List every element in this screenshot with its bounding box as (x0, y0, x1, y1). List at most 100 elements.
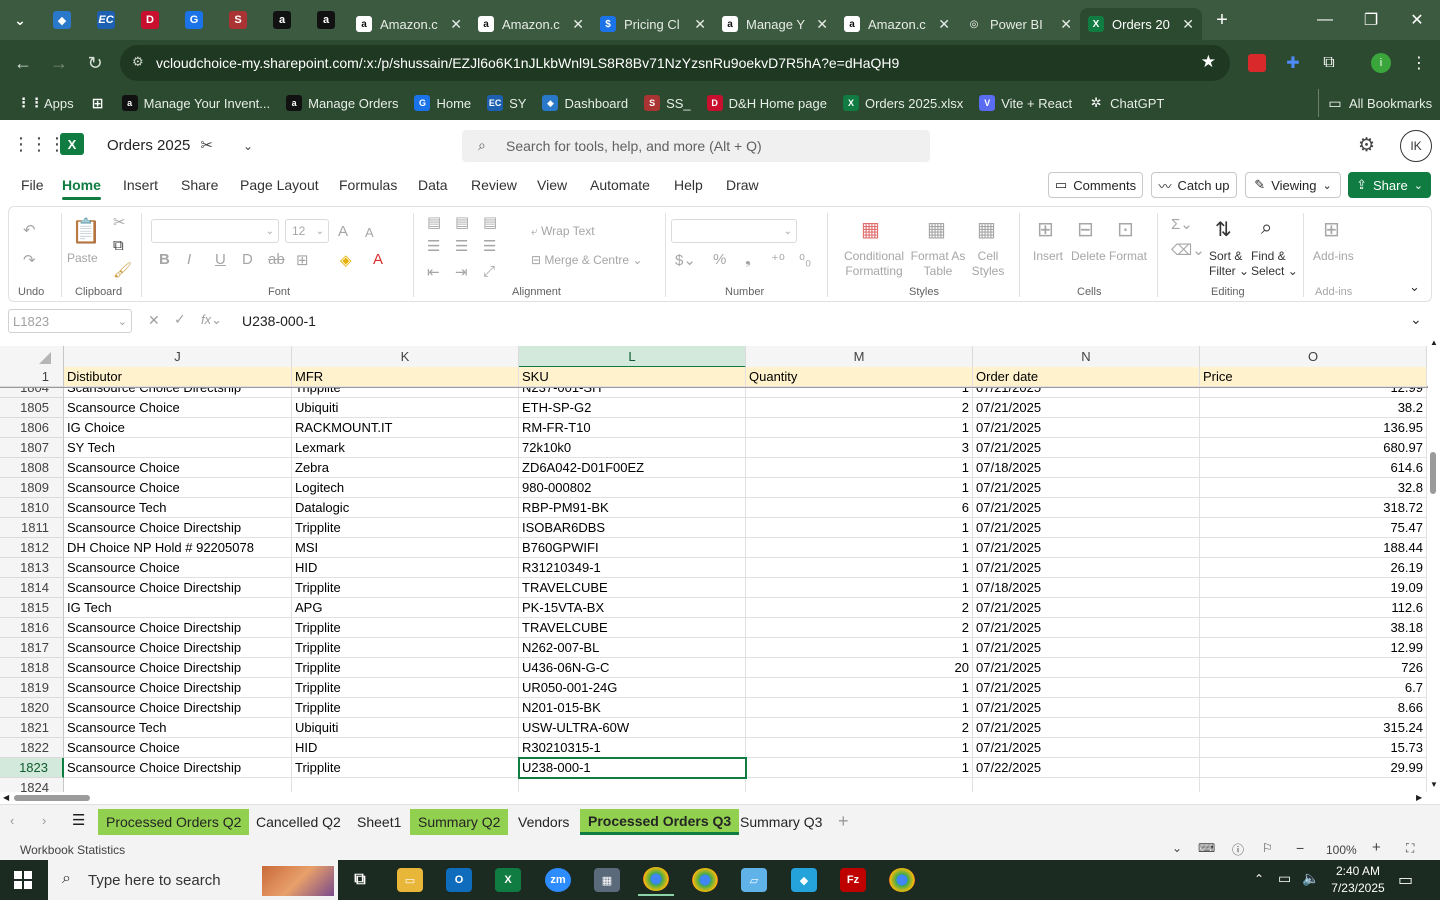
tab-formulas[interactable]: Formulas (339, 177, 397, 193)
table-header-cell[interactable]: Order date (973, 367, 1200, 387)
table-cell[interactable]: 07/21/2025 (973, 638, 1200, 658)
font-size-select[interactable]: 12 ⌄ (285, 219, 329, 243)
table-cell[interactable]: 07/21/2025 (973, 418, 1200, 438)
align-right-icon[interactable]: ☰ (483, 237, 496, 255)
tray-chevron-up-icon[interactable]: ⌃ (1254, 872, 1264, 886)
table-cell[interactable]: 07/21/2025 (973, 398, 1200, 418)
zoom-level[interactable]: 100% (1326, 843, 1357, 857)
forward-icon[interactable]: → (44, 48, 74, 78)
table-cell[interactable]: 1 (746, 458, 973, 478)
table-cell[interactable]: MSI (292, 538, 519, 558)
tab-home[interactable]: Home (62, 177, 101, 200)
strikethrough-icon[interactable]: ab (268, 251, 285, 268)
tab-draw[interactable]: Draw (726, 177, 759, 193)
table-cell[interactable]: 315.24 (1200, 718, 1427, 738)
taskbar-clock[interactable]: 2:40 AM 7/23/2025 (1318, 863, 1398, 897)
tab-help[interactable]: Help (674, 177, 703, 193)
tab-view[interactable]: View (537, 177, 567, 193)
table-cell[interactable]: 07/18/2025 (973, 578, 1200, 598)
pinned-tab-g-icon[interactable]: G (172, 0, 216, 40)
paste-icon[interactable]: 📋 (71, 217, 101, 246)
addins-icon[interactable]: ⊞ (1323, 217, 1340, 242)
horizontal-scrollbar[interactable]: ◀ ▶ (0, 792, 1440, 804)
row-header[interactable]: 1813 (0, 558, 64, 578)
zoom-in-icon[interactable]: + (1372, 839, 1381, 856)
browser-tab[interactable]: a Manage Y ✕ (714, 8, 836, 40)
table-header-cell[interactable]: Price (1200, 367, 1427, 387)
pinned-tab-amazon-icon[interactable]: a (304, 0, 348, 40)
close-tab-icon[interactable]: ✕ (694, 16, 706, 33)
tab-review[interactable]: Review (471, 177, 517, 193)
comma-style-icon[interactable]: ❟ (745, 251, 751, 268)
feedback-icon[interactable]: ⚐ (1262, 841, 1273, 855)
browser-tab[interactable]: a Amazon.c ✕ (348, 8, 470, 40)
confirm-entry-icon[interactable]: ✓ (174, 311, 186, 328)
bookmark-manage-inventory[interactable]: a Manage Your Invent... (116, 89, 276, 117)
scroll-left-icon[interactable]: ◀ (3, 793, 9, 802)
table-cell[interactable]: 15.73 (1200, 738, 1427, 758)
scroll-right-icon[interactable]: ▶ (1416, 793, 1422, 802)
sort-filter-icon[interactable]: ⇅ (1215, 217, 1232, 242)
table-cell[interactable]: Tripplite (292, 658, 519, 678)
currency-icon[interactable]: $⌄ (675, 251, 696, 269)
conditional-formatting-button[interactable]: Conditional Formatting (843, 249, 905, 279)
find-select-button[interactable]: Find & Select ⌄ (1251, 249, 1298, 279)
bold-icon[interactable]: B (159, 251, 170, 268)
sheet-tab[interactable]: Summary Q2 (410, 809, 509, 835)
browser-tab[interactable]: $ Pricing Cl ✕ (592, 8, 714, 40)
taskbar-search-input[interactable]: ⌕ Type here to search (48, 860, 338, 900)
table-cell[interactable]: RBP-PM91-BK (519, 498, 746, 518)
sheet-tab[interactable]: Cancelled Q2 (248, 809, 349, 835)
table-cell[interactable]: 07/21/2025 (973, 538, 1200, 558)
avatar[interactable]: IK (1400, 130, 1432, 162)
windows-start-icon[interactable] (14, 871, 32, 889)
bookmark-manage-orders[interactable]: a Manage Orders (280, 89, 404, 117)
table-cell[interactable]: Lexmark (292, 438, 519, 458)
table-cell[interactable]: TRAVELCUBE (519, 578, 746, 598)
merge-centre-button[interactable]: ⊟ Merge & Centre ⌄ (531, 253, 642, 268)
table-cell[interactable] (1200, 778, 1427, 792)
table-cell[interactable]: Tripplite (292, 578, 519, 598)
sheet-next-icon[interactable]: › (42, 813, 46, 828)
table-cell[interactable]: HID (292, 558, 519, 578)
tab-file[interactable]: File (21, 177, 44, 193)
row-header[interactable]: 1812 (0, 538, 64, 558)
table-cell[interactable]: 07/21/2025 (973, 498, 1200, 518)
table-cell[interactable]: 38.18 (1200, 618, 1427, 638)
table-cell[interactable]: TRAVELCUBE (519, 618, 746, 638)
table-cell[interactable]: 726 (1200, 658, 1427, 678)
sensitivity-icon[interactable]: ✂ (200, 137, 213, 154)
table-cell[interactable]: R30210315-1 (519, 738, 746, 758)
table-cell[interactable]: 980-000802 (519, 478, 746, 498)
row-header[interactable]: 1818 (0, 658, 64, 678)
underline-icon[interactable]: U (215, 251, 226, 268)
volume-icon[interactable]: 🔈 (1302, 870, 1319, 887)
profile-icon[interactable]: i (1366, 48, 1396, 78)
align-center-icon[interactable]: ☰ (455, 237, 468, 255)
row-header[interactable]: 1821 (0, 718, 64, 738)
row-header[interactable]: 1819 (0, 678, 64, 698)
table-cell[interactable]: Scansource Tech (64, 498, 292, 518)
sheet-tab[interactable]: Processed Orders Q2 (98, 809, 250, 835)
row-header[interactable]: 1817 (0, 638, 64, 658)
table-cell[interactable]: Datalogic (292, 498, 519, 518)
share-button[interactable]: ⇪ Share ⌄ (1348, 172, 1431, 198)
function-icon[interactable]: fx⌄ (201, 312, 222, 328)
zoom-app-icon[interactable]: zm (540, 864, 576, 896)
align-left-icon[interactable]: ☰ (427, 237, 440, 255)
expand-formula-chevron-icon[interactable]: ⌄ (1410, 311, 1422, 328)
browser-tab[interactable]: ◎ Power BI ✕ (958, 8, 1080, 40)
bookmark-home[interactable]: G Home (408, 89, 477, 117)
table-cell[interactable]: Scansource Choice (64, 738, 292, 758)
table-cell[interactable] (973, 778, 1200, 792)
format-as-table-icon[interactable]: ▦ (927, 217, 946, 242)
table-cell[interactable] (292, 778, 519, 792)
table-cell[interactable]: 07/22/2025 (973, 758, 1200, 778)
table-cell[interactable]: Zebra (292, 458, 519, 478)
table-cell[interactable]: 72k10k0 (519, 438, 746, 458)
orientation-icon[interactable]: ⤢ (483, 263, 495, 280)
font-color-icon[interactable]: A (373, 251, 383, 268)
maximize-icon[interactable]: ❐ (1348, 0, 1394, 40)
table-cell[interactable]: IG Choice (64, 418, 292, 438)
table-cell[interactable]: 1 (746, 538, 973, 558)
